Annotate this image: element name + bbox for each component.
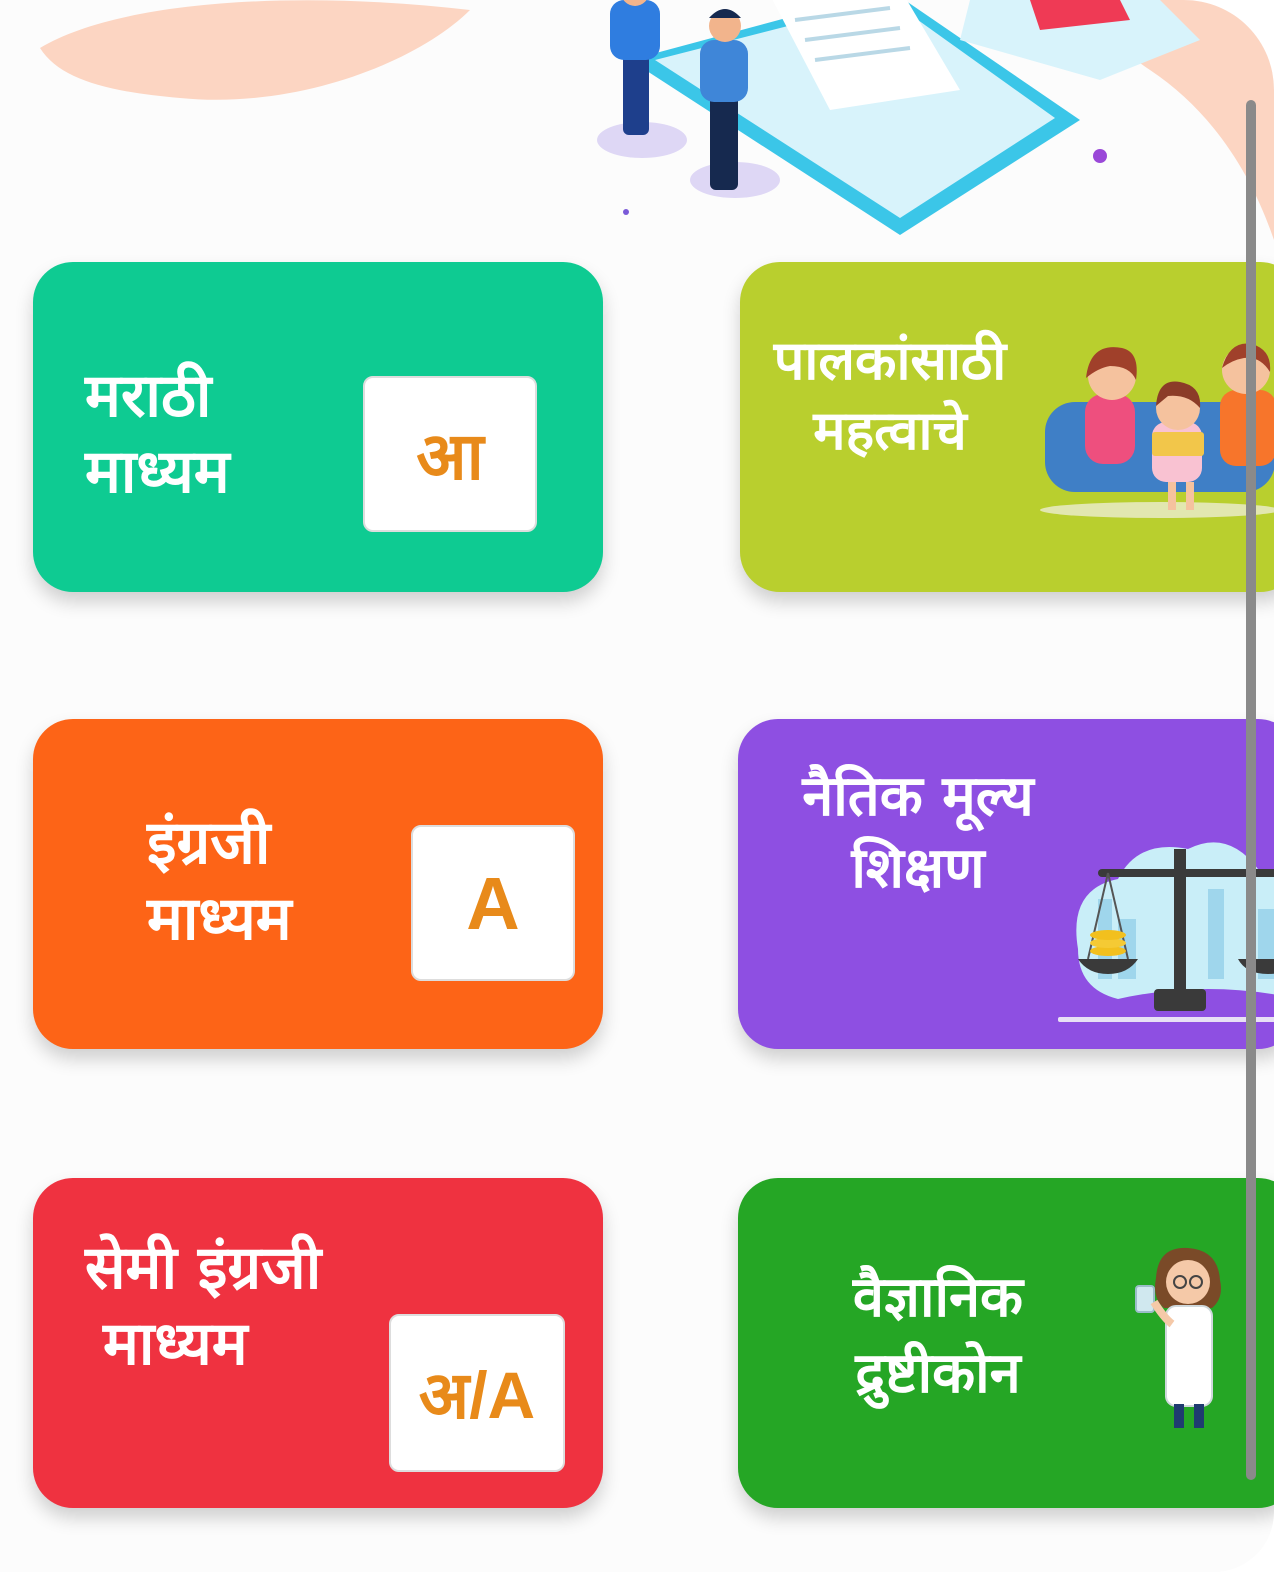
tile-title: पालकांसाठी महत्वाचे — [773, 329, 1007, 462]
tile-scientific-outlook[interactable]: वैज्ञानिक द्रुष्टीकोन — [738, 1178, 1274, 1508]
semi-english-letter-tile-icon: अ/A — [389, 1314, 565, 1472]
tile-title: सेमी इंग्रजी माध्यम — [85, 1233, 322, 1379]
scientist-illustration — [1135, 1247, 1221, 1428]
students-reading-book-illustration — [597, 0, 1200, 235]
tile-title: नैतिक मूल्य शिक्षण — [802, 764, 1034, 901]
tile-semi-english-medium[interactable]: सेमी इंग्रजी माध्यम अ/A — [33, 1178, 603, 1508]
tile-title: मराठी माध्यम — [85, 361, 230, 507]
family-reading-illustration — [1040, 343, 1274, 518]
tile-english-medium[interactable]: इंग्रजी माध्यम A — [33, 719, 603, 1049]
home-screen: मराठी माध्यम आ पालकांसाठी महत्वाचे इंग्र… — [0, 0, 1274, 1572]
scrollbar[interactable] — [1246, 100, 1256, 1480]
background-blob-left — [40, 0, 470, 100]
scales-of-justice-illustration — [1058, 842, 1274, 1022]
tile-moral-values-education[interactable]: नैतिक मूल्य शिक्षण — [738, 719, 1274, 1049]
marathi-letter-tile-icon: आ — [363, 376, 537, 532]
english-letter-tile-icon: A — [411, 825, 575, 981]
tile-marathi-medium[interactable]: मराठी माध्यम आ — [33, 262, 603, 592]
tile-title: वैज्ञानिक द्रुष्टीकोन — [852, 1265, 1024, 1406]
tile-for-parents[interactable]: पालकांसाठी महत्वाचे — [740, 262, 1274, 592]
tile-title: इंग्रजी माध्यम — [147, 808, 292, 954]
